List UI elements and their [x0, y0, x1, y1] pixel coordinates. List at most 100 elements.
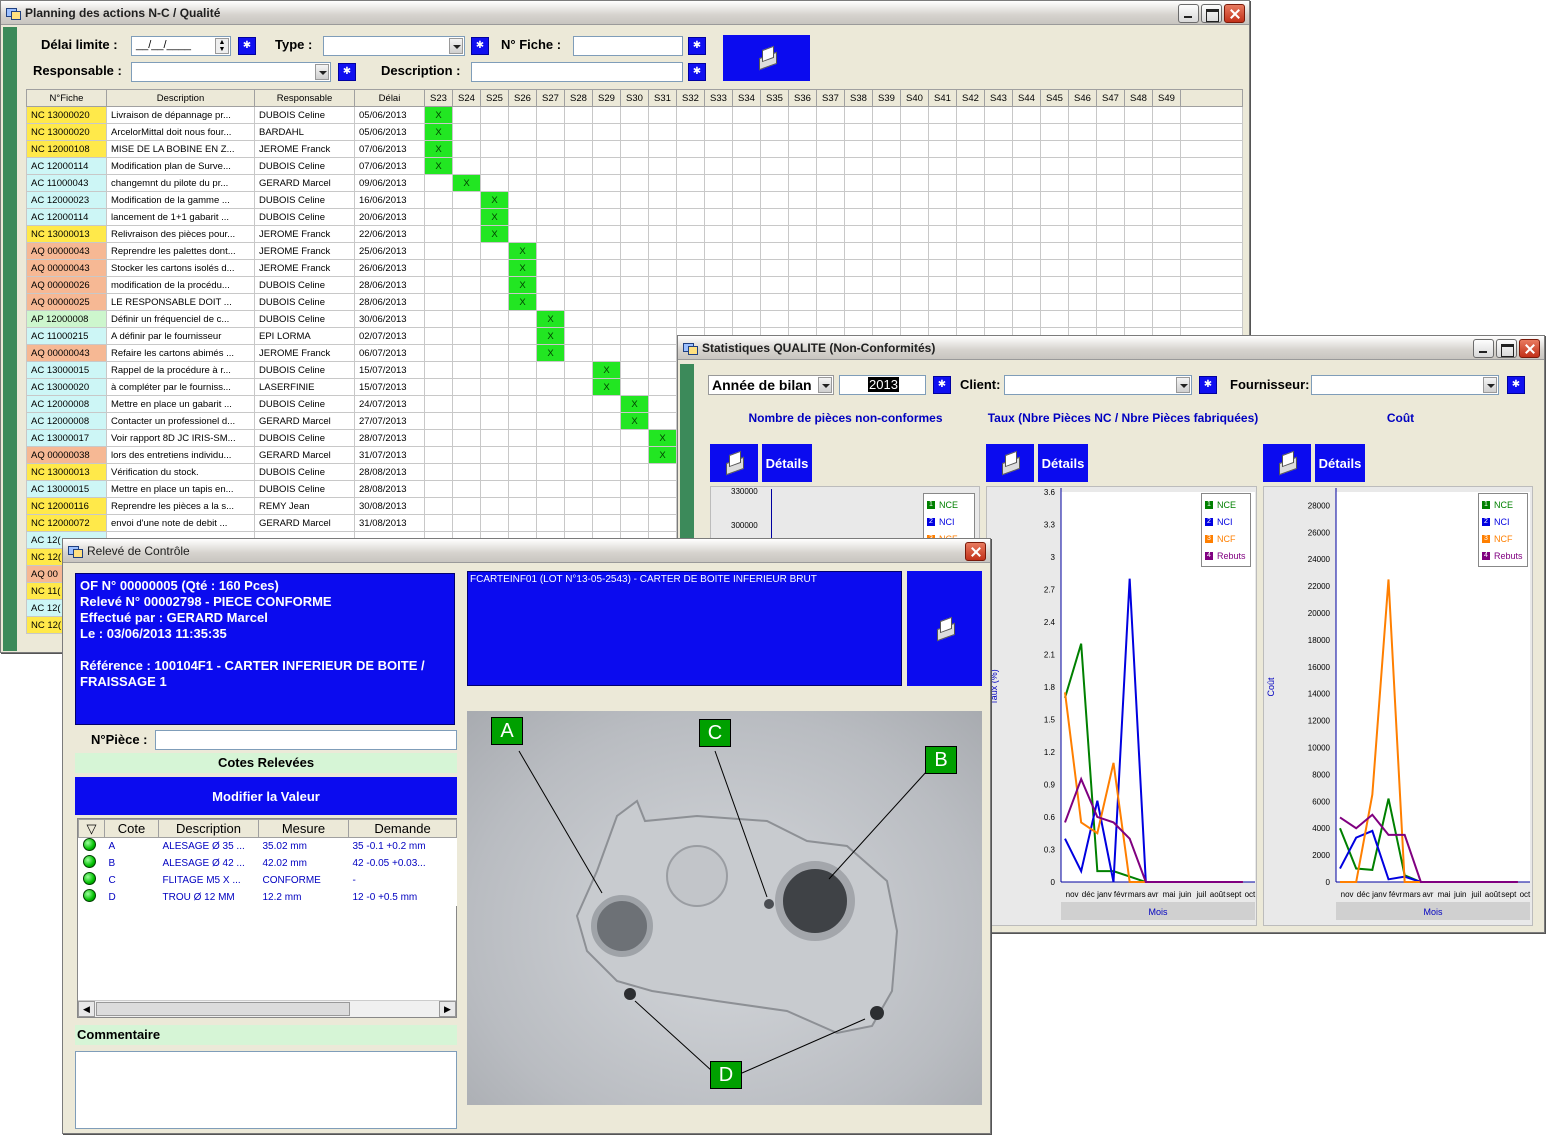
chevron-down-icon[interactable]	[1176, 377, 1190, 393]
scroll-right-icon[interactable]: ▶	[439, 1001, 456, 1017]
week-cell	[564, 497, 593, 515]
horizontal-scrollbar[interactable]: ◀ ▶	[78, 1000, 456, 1017]
commentaire-textarea[interactable]	[75, 1051, 457, 1129]
scroll-thumb[interactable]	[96, 1002, 350, 1016]
column-header[interactable]: Description	[106, 89, 255, 107]
week-cell	[648, 378, 677, 396]
fiche-input[interactable]	[573, 36, 683, 56]
fiche-clear-button[interactable]: ✱	[688, 37, 706, 55]
table-row[interactable]: AQ 00000043 Reprendre les palettes dont..…	[26, 242, 1243, 260]
cell-desc: Modification de la gamme ...	[106, 191, 255, 209]
modifier-valeur-button[interactable]: Modifier la Valeur	[75, 777, 457, 815]
client-select[interactable]	[1004, 375, 1192, 395]
table-row[interactable]: NC 13000020 Livraison de dépannage pr... D…	[26, 106, 1243, 124]
maximize-button[interactable]	[1496, 339, 1517, 358]
table-row[interactable]: AC 11000043 changemnt du pilote du pr... G…	[26, 174, 1243, 192]
table-row[interactable]: C FLITAGE M5 X ... CONFORME -	[79, 872, 457, 889]
table-row[interactable]: NC 13000013 Relivraison des pièces pour..…	[26, 225, 1243, 243]
week-cell	[956, 140, 985, 158]
column-header[interactable]: Délai	[354, 89, 425, 107]
cell-delai: 25/06/2013	[354, 242, 425, 260]
chevron-down-icon[interactable]	[315, 64, 329, 80]
week-cell	[620, 123, 649, 141]
x-tick-label: juil	[1196, 890, 1207, 899]
client-clear-button[interactable]: ✱	[1199, 376, 1217, 394]
close-button[interactable]	[1224, 4, 1245, 23]
week-cell	[536, 446, 565, 464]
col-demande[interactable]: Demande	[348, 819, 457, 838]
stats-titlebar[interactable]: Statistiques QUALITE (Non-Conformités)	[678, 336, 1544, 360]
print-button[interactable]	[723, 35, 810, 81]
table-row[interactable]: AQ 00000025 LE RESPONSABLE DOIT ... DUBOIS…	[26, 293, 1243, 311]
print-chart1-button[interactable]	[710, 444, 758, 482]
col-description[interactable]: Description	[158, 819, 259, 838]
column-header[interactable]: Responsable	[254, 89, 355, 107]
annee-input[interactable]: 2013	[839, 375, 926, 395]
cell-delai: 28/06/2013	[354, 276, 425, 294]
week-cell	[620, 446, 649, 464]
chevron-down-icon[interactable]	[818, 377, 832, 393]
description-input[interactable]	[471, 62, 683, 82]
week-cell	[1152, 191, 1181, 209]
chevron-down-icon[interactable]	[1483, 377, 1497, 393]
week-cell	[928, 157, 957, 175]
week-cell	[844, 123, 873, 141]
chevron-down-icon[interactable]	[449, 38, 463, 54]
cell-resp: GERARD Marcel	[254, 514, 355, 532]
close-button[interactable]	[1519, 339, 1540, 358]
app-icon	[682, 341, 698, 355]
col-cote[interactable]: Cote	[104, 819, 159, 838]
delai-clear-button[interactable]: ✱	[238, 37, 256, 55]
week-cell	[620, 191, 649, 209]
type-clear-button[interactable]: ✱	[471, 37, 489, 55]
y-tick-label: 20000	[1308, 609, 1331, 618]
print-chart3-button[interactable]	[1263, 444, 1311, 482]
delai-input[interactable]: __/__/____ ▲ ▼	[131, 36, 231, 56]
scroll-left-icon[interactable]: ◀	[78, 1001, 95, 1017]
details-chart3-button[interactable]: Détails	[1315, 444, 1365, 482]
table-row[interactable]: AQ 00000043 Stocker les cartons isolés d.…	[26, 259, 1243, 277]
maximize-button[interactable]	[1201, 4, 1222, 23]
week-cell	[564, 106, 593, 124]
responsable-clear-button[interactable]: ✱	[338, 63, 356, 81]
week-cell	[1068, 191, 1097, 209]
table-row[interactable]: AC 12000023 Modification de la gamme ... D…	[26, 191, 1243, 209]
npiece-input[interactable]	[155, 730, 457, 750]
close-button[interactable]	[965, 542, 986, 561]
releve-titlebar[interactable]: Relevé de Contrôle	[63, 539, 990, 563]
fournisseur-clear-button[interactable]: ✱	[1507, 376, 1525, 394]
table-row[interactable]: AC 12000114 Modification plan de Surve...…	[26, 157, 1243, 175]
week-cell	[592, 497, 621, 515]
table-row[interactable]: NC 13000020 ArcelorMittal doit nous four.…	[26, 123, 1243, 141]
description-clear-button[interactable]: ✱	[688, 63, 706, 81]
table-row[interactable]: NC 12000108 MISE DE LA BOBINE EN Z... JERO…	[26, 140, 1243, 158]
table-row[interactable]: AC 12000114 lancement de 1+1 gabarit ... D…	[26, 208, 1243, 226]
minimize-button[interactable]	[1178, 4, 1199, 23]
print-chart2-button[interactable]	[986, 444, 1034, 482]
table-row[interactable]: D TROU Ø 12 MM 12.2 mm 12 -0 +0.5 mm	[79, 889, 457, 906]
part-boss	[666, 845, 728, 907]
planning-titlebar[interactable]: Planning des actions N-C / Qualité	[1, 1, 1249, 25]
fournisseur-select[interactable]	[1311, 375, 1499, 395]
cell-delai: 31/07/2013	[354, 446, 425, 464]
cell-fiche: AC 12000008	[26, 412, 107, 430]
filler-cell	[1180, 123, 1243, 141]
cell-fiche: AC 12000114	[26, 208, 107, 226]
table-row[interactable]: AQ 00000026 modification de la procédu...…	[26, 276, 1243, 294]
spin-icon[interactable]: ▲ ▼	[215, 38, 229, 54]
table-row[interactable]: A ALESAGE Ø 35 ... 35.02 mm 35 -0.1 +0.2 mm	[79, 838, 457, 855]
details-chart1-button[interactable]: Détails	[762, 444, 812, 482]
annee-clear-button[interactable]: ✱	[933, 376, 951, 394]
type-select[interactable]	[323, 36, 465, 56]
column-header[interactable]: N°Fiche	[26, 89, 107, 107]
col-mesure[interactable]: Mesure	[258, 819, 349, 838]
filter-icon[interactable]: ▽	[78, 819, 105, 838]
week-header: S24	[452, 89, 481, 107]
details-chart2-button[interactable]: Détails	[1038, 444, 1088, 482]
print-releve-button[interactable]	[907, 571, 982, 686]
table-row[interactable]: B ALESAGE Ø 42 ... 42.02 mm 42 -0.05 +0.03.…	[79, 855, 457, 872]
cell-cote: A	[108, 840, 116, 852]
table-row[interactable]: AP 12000008 Définir un fréquenciel de c..…	[26, 310, 1243, 328]
minimize-button[interactable]	[1473, 339, 1494, 358]
responsable-select[interactable]	[131, 62, 331, 82]
